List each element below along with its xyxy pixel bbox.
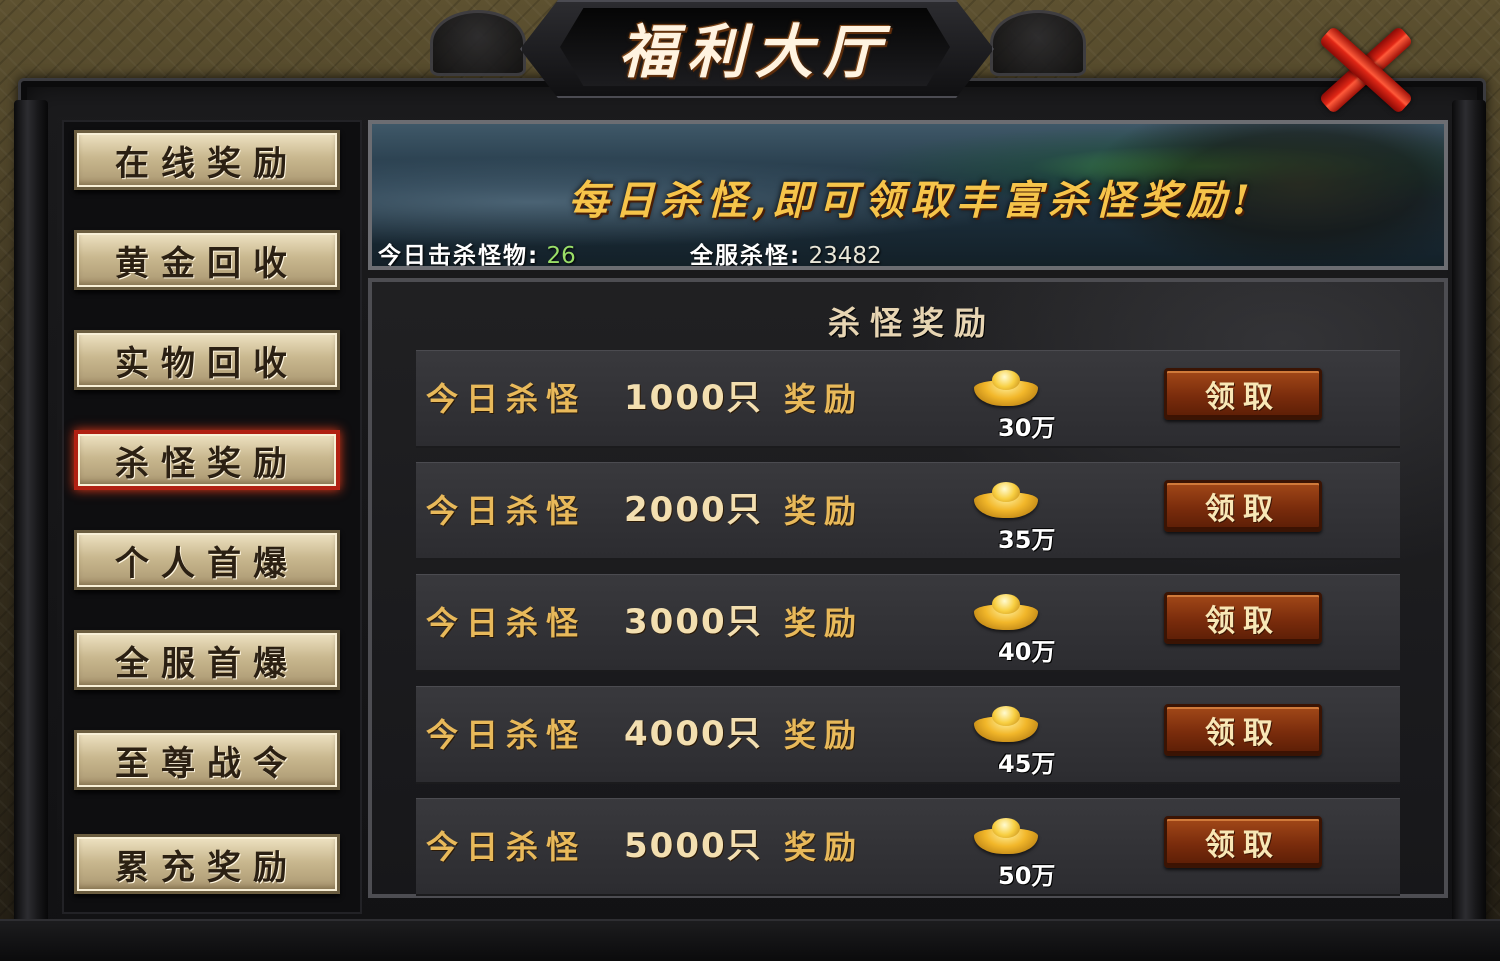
reward-kill-count: 2000只 bbox=[624, 490, 763, 530]
today-kill-value: 26 bbox=[546, 243, 576, 269]
nav-recharge-reward[interactable]: 累充奖励 bbox=[74, 834, 340, 894]
reward-row: 今日杀怪 5000只 奖励 50万 领取 bbox=[416, 798, 1400, 896]
reward-kill-count: 4000只 bbox=[624, 714, 763, 754]
reward-label: 奖励 bbox=[784, 716, 865, 754]
side-nav: 在线奖励 黄金回收 实物回收 杀怪奖励 个人首爆 全服首爆 至尊战令 累充奖励 bbox=[62, 120, 362, 914]
claim-button[interactable]: 领取 bbox=[1164, 592, 1322, 644]
reward-condition: 今日杀怪 bbox=[426, 828, 587, 866]
nav-gold-recycle[interactable]: 黄金回收 bbox=[74, 230, 340, 290]
reward-row: 今日杀怪 2000只 奖励 35万 领取 bbox=[416, 462, 1400, 560]
reward-panel-title: 杀怪奖励 bbox=[827, 304, 996, 342]
nav-personal-first-drop[interactable]: 个人首爆 bbox=[74, 530, 340, 590]
welfare-hall-window: 福利大厅 在线奖励 黄金回收 实物回收 杀怪奖励 个人首爆 全服首爆 至尊战令 … bbox=[0, 0, 1500, 961]
server-kill-value: 23482 bbox=[808, 243, 882, 269]
today-kill-label: 今日击杀怪物: bbox=[378, 243, 540, 269]
claim-button[interactable]: 领取 bbox=[1164, 704, 1322, 756]
reward-label: 奖励 bbox=[784, 604, 865, 642]
frame-bottom bbox=[0, 919, 1500, 961]
reward-condition: 今日杀怪 bbox=[426, 380, 587, 418]
server-kill-label: 全服杀怪: bbox=[690, 243, 802, 269]
reward-kill-count: 5000只 bbox=[624, 826, 763, 866]
title-ornament-right bbox=[990, 10, 1086, 76]
reward-kill-count: 1000只 bbox=[624, 378, 763, 418]
reward-row: 今日杀怪 1000只 奖励 30万 领取 bbox=[416, 350, 1400, 448]
claim-button[interactable]: 领取 bbox=[1164, 816, 1322, 868]
reward-kill-count: 3000只 bbox=[624, 602, 763, 642]
reward-label: 奖励 bbox=[784, 492, 865, 530]
today-kill-stat: 今日击杀怪物: 26 bbox=[378, 236, 576, 269]
nav-item-recycle[interactable]: 实物回收 bbox=[74, 330, 340, 390]
banner-slogan: 每日杀怪,即可领取丰富杀怪奖励! bbox=[568, 177, 1256, 224]
gold-ingot-icon bbox=[974, 482, 1038, 518]
reward-amount: 50万 bbox=[998, 862, 1056, 890]
title-ornament-left bbox=[430, 10, 526, 76]
gold-ingot-icon bbox=[974, 370, 1038, 406]
reward-row: 今日杀怪 3000只 奖励 40万 领取 bbox=[416, 574, 1400, 672]
reward-label: 奖励 bbox=[784, 828, 865, 866]
nav-online-reward[interactable]: 在线奖励 bbox=[74, 130, 340, 190]
nav-kill-reward[interactable]: 杀怪奖励 bbox=[74, 430, 340, 490]
claim-button[interactable]: 领取 bbox=[1164, 480, 1322, 532]
reward-amount: 35万 bbox=[998, 526, 1056, 554]
reward-amount: 40万 bbox=[998, 638, 1056, 666]
reward-row: 今日杀怪 4000只 奖励 45万 领取 bbox=[416, 686, 1400, 784]
reward-panel: 杀怪奖励 今日杀怪 1000只 奖励 30万 领取 今日杀怪 2000只 奖励 … bbox=[368, 278, 1448, 898]
reward-amount: 45万 bbox=[998, 750, 1056, 778]
reward-condition: 今日杀怪 bbox=[426, 492, 587, 530]
gold-ingot-icon bbox=[974, 818, 1038, 854]
reward-amount: 30万 bbox=[998, 414, 1056, 442]
server-kill-stat: 全服杀怪: 23482 bbox=[690, 236, 882, 269]
gold-ingot-icon bbox=[974, 594, 1038, 630]
nav-server-first-drop[interactable]: 全服首爆 bbox=[74, 630, 340, 690]
close-button[interactable] bbox=[1310, 22, 1420, 115]
nav-supreme-battle-pass[interactable]: 至尊战令 bbox=[74, 730, 340, 790]
window-title: 福利大厅 bbox=[618, 18, 891, 86]
reward-condition: 今日杀怪 bbox=[426, 716, 587, 754]
reward-condition: 今日杀怪 bbox=[426, 604, 587, 642]
gold-ingot-icon bbox=[974, 706, 1038, 742]
frame-pillar-left bbox=[14, 100, 48, 940]
reward-label: 奖励 bbox=[784, 380, 865, 418]
frame-pillar-right bbox=[1452, 100, 1486, 940]
kill-reward-banner: 每日杀怪,即可领取丰富杀怪奖励! 今日击杀怪物: 26 全服杀怪: 23482 bbox=[368, 120, 1448, 270]
claim-button[interactable]: 领取 bbox=[1164, 368, 1322, 420]
